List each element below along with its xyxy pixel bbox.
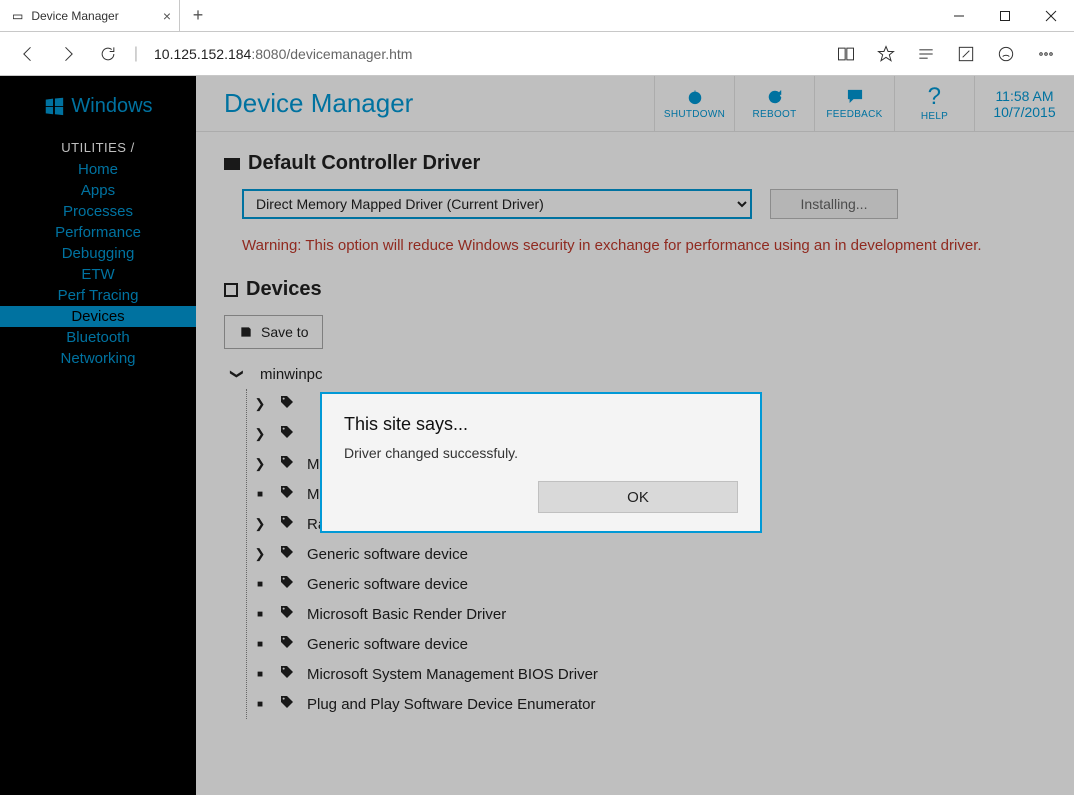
webnote-icon[interactable] <box>948 36 984 72</box>
forward-button[interactable] <box>50 36 86 72</box>
more-icon[interactable] <box>1028 36 1064 72</box>
window-controls <box>936 0 1074 31</box>
reading-view-icon[interactable] <box>828 36 864 72</box>
new-tab-button[interactable]: + <box>180 0 216 31</box>
alert-dialog: This site says... Driver changed success… <box>320 392 762 533</box>
dialog-title: This site says... <box>344 414 738 435</box>
hub-icon[interactable] <box>908 36 944 72</box>
window-icon: ▭ <box>12 9 23 23</box>
back-button[interactable] <box>10 36 46 72</box>
window-close-button[interactable] <box>1028 0 1074 32</box>
window-maximize-button[interactable] <box>982 0 1028 32</box>
page: Windows UTILITIES / HomeAppsProcessesPer… <box>0 76 1074 795</box>
dialog-message: Driver changed successfuly. <box>344 445 738 461</box>
address-divider: | <box>130 36 142 72</box>
refresh-button[interactable] <box>90 36 126 72</box>
title-bar: ▭ Device Manager × + <box>0 0 1074 32</box>
favorite-icon[interactable] <box>868 36 904 72</box>
close-tab-icon[interactable]: × <box>163 8 171 24</box>
url-host: 10.125.152.184 <box>154 46 251 62</box>
share-icon[interactable] <box>988 36 1024 72</box>
address-bar: | 10.125.152.184:8080/devicemanager.htm <box>0 32 1074 76</box>
url-input[interactable]: 10.125.152.184:8080/devicemanager.htm <box>146 39 824 69</box>
tab-title: Device Manager <box>31 9 118 23</box>
dialog-ok-button[interactable]: OK <box>538 481 738 513</box>
window-minimize-button[interactable] <box>936 0 982 32</box>
browser-tab[interactable]: ▭ Device Manager × <box>0 0 180 31</box>
url-path: :8080/devicemanager.htm <box>251 46 412 62</box>
